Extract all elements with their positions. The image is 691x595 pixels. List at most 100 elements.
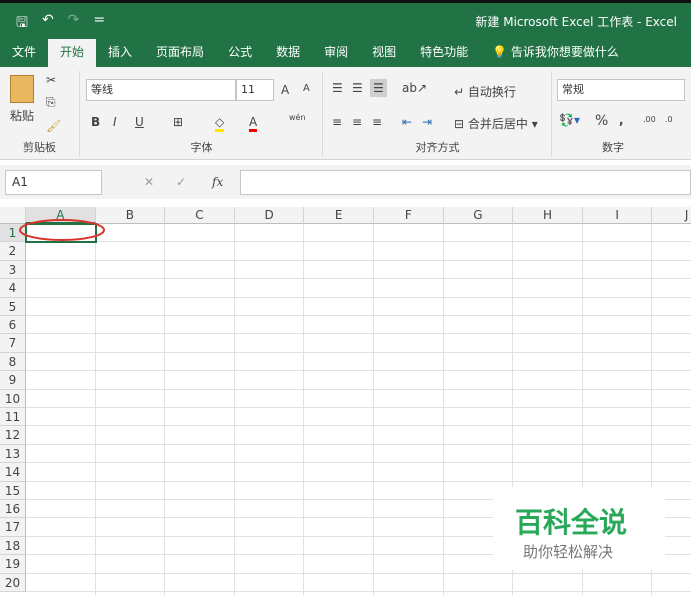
column-gridline [442, 224, 444, 595]
percent-button[interactable]: % [595, 113, 608, 129]
underline-button[interactable]: U [135, 115, 144, 129]
tab-data[interactable]: 数据 [264, 39, 312, 67]
bold-button[interactable]: B [91, 115, 100, 129]
enter-icon[interactable]: ✓ [176, 175, 186, 189]
tell-me[interactable]: 💡 告诉我你想要做什么 [480, 39, 631, 67]
row-header[interactable]: 3 [0, 260, 26, 280]
row-gridline [26, 388, 691, 390]
align-center-icon[interactable]: ≡ [352, 115, 362, 129]
cut-icon[interactable]: ✂ [46, 73, 56, 87]
name-box[interactable]: A1 [5, 170, 102, 195]
comma-button[interactable]: , [619, 113, 624, 127]
row-gridline [26, 443, 691, 445]
borders-icon[interactable]: ⊞ [173, 115, 183, 129]
column-header[interactable]: C [165, 207, 235, 224]
row-header[interactable]: 7 [0, 334, 26, 353]
align-top-icon[interactable]: ☰ [332, 81, 343, 95]
decrease-decimal-button[interactable]: .0 [665, 115, 673, 124]
row-header[interactable]: 8 [0, 352, 26, 372]
row-gridline [26, 462, 691, 464]
title-bar: 🖫 ↶ ↷ = 新建 Microsoft Excel 工作表 - Excel [0, 0, 691, 36]
increase-decimal-button[interactable]: .00 [643, 115, 656, 124]
number-format-select[interactable]: 常规 [557, 79, 685, 101]
row-gridline [26, 407, 691, 408]
row-gridline [26, 591, 691, 592]
row-gridline [26, 425, 691, 427]
ribbon: 粘贴 ✂ ⎘ 🖌 剪贴板 等线 11 A A B I U ⊞ ◇ A wén 字… [0, 67, 691, 160]
accounting-format-icon[interactable]: 💱▾ [559, 113, 580, 127]
tab-file[interactable]: 文件 [0, 39, 48, 67]
cancel-icon[interactable]: ✕ [144, 175, 154, 189]
customize-qat-icon[interactable]: = [93, 12, 105, 36]
column-header[interactable]: H [513, 207, 583, 224]
row-header[interactable]: 10 [0, 389, 26, 408]
font-size-select[interactable]: 11 [236, 79, 274, 101]
save-icon[interactable]: 🖫 [16, 12, 28, 36]
lightbulb-icon: 💡 [492, 45, 508, 59]
row-header[interactable]: 9 [0, 371, 26, 390]
row-header[interactable]: 5 [0, 297, 26, 316]
alignment-group: ☰ ☰ ☰ ab↗ ≡ ≡ ≡ ⇤ ⇥ ↵ 自动换行 ⊟ 合并后居中 ▾ 对齐方… [324, 71, 552, 157]
row-header[interactable]: 6 [0, 316, 26, 335]
row-gridline [26, 370, 691, 372]
tab-page-layout[interactable]: 页面布局 [144, 39, 216, 67]
row-header[interactable]: 4 [0, 279, 26, 298]
number-group: 常规 💱▾ % , .00 .0 数字 [553, 71, 691, 157]
row-header[interactable]: 18 [0, 536, 26, 556]
ribbon-tabs: 文件 开始 插入 页面布局 公式 数据 审阅 视图 特色功能 💡 告诉我你想要做… [0, 36, 691, 67]
copy-icon[interactable]: ⎘ [46, 95, 56, 110]
row-gridline [26, 278, 691, 280]
column-gridline [233, 224, 235, 595]
tab-insert[interactable]: 插入 [96, 39, 144, 67]
tab-formulas[interactable]: 公式 [216, 39, 264, 67]
column-header[interactable]: F [374, 207, 444, 224]
align-right-icon[interactable]: ≡ [372, 115, 382, 129]
font-group: 等线 11 A A B I U ⊞ ◇ A wén 字体 [81, 71, 323, 157]
font-name-select[interactable]: 等线 [86, 79, 236, 101]
row-header[interactable]: 12 [0, 426, 26, 445]
row-gridline [26, 351, 691, 353]
row-header[interactable]: 16 [0, 500, 26, 519]
align-middle-icon[interactable]: ☰ [352, 81, 363, 95]
tab-review[interactable]: 审阅 [312, 39, 360, 67]
paste-button[interactable]: 粘贴 [10, 107, 34, 124]
tab-home[interactable]: 开始 [48, 39, 97, 67]
row-header[interactable]: 11 [0, 408, 26, 427]
fill-color-icon[interactable]: ◇ [215, 115, 225, 132]
row-header[interactable]: 14 [0, 463, 26, 482]
insert-function-button[interactable]: fx [212, 175, 223, 189]
format-painter-icon[interactable]: 🖌 [46, 119, 61, 133]
row-header[interactable]: 20 [0, 573, 26, 592]
row-header[interactable]: 13 [0, 444, 26, 464]
undo-icon[interactable]: ↶ [42, 12, 54, 36]
shrink-font-button[interactable]: A [303, 83, 310, 94]
column-header[interactable]: I [582, 207, 653, 224]
row-header[interactable]: 2 [0, 242, 26, 261]
row-header[interactable]: 17 [0, 518, 26, 537]
paste-icon[interactable] [10, 75, 34, 103]
align-left-icon[interactable]: ≡ [332, 115, 342, 129]
grow-font-button[interactable]: A [281, 83, 289, 97]
row-header[interactable]: 19 [0, 555, 26, 574]
column-header[interactable]: E [304, 207, 374, 224]
decrease-indent-icon[interactable]: ⇤ [402, 115, 412, 129]
increase-indent-icon[interactable]: ⇥ [422, 115, 432, 129]
orientation-icon[interactable]: ab↗ [402, 81, 427, 95]
font-label: 字体 [190, 141, 213, 154]
tab-features[interactable]: 特色功能 [408, 39, 480, 67]
redo-icon[interactable]: ↷ [68, 12, 80, 36]
number-label: 数字 [602, 141, 624, 154]
row-header[interactable]: 15 [0, 481, 26, 500]
red-ellipse-annotation [19, 219, 105, 241]
wrap-text-button[interactable]: ↵ 自动换行 [454, 83, 516, 100]
column-header[interactable]: G [443, 207, 514, 224]
merge-center-button[interactable]: ⊟ 合并后居中 ▾ [454, 115, 538, 132]
align-bottom-icon[interactable]: ☰ [370, 79, 387, 97]
column-header[interactable]: D [234, 207, 305, 224]
formula-input[interactable] [240, 170, 691, 195]
tab-view[interactable]: 视图 [360, 39, 408, 67]
italic-button[interactable]: I [113, 115, 117, 129]
font-color-button[interactable]: A [249, 115, 258, 132]
column-header[interactable]: J [652, 207, 691, 224]
phonetic-button[interactable]: wén [289, 113, 306, 122]
